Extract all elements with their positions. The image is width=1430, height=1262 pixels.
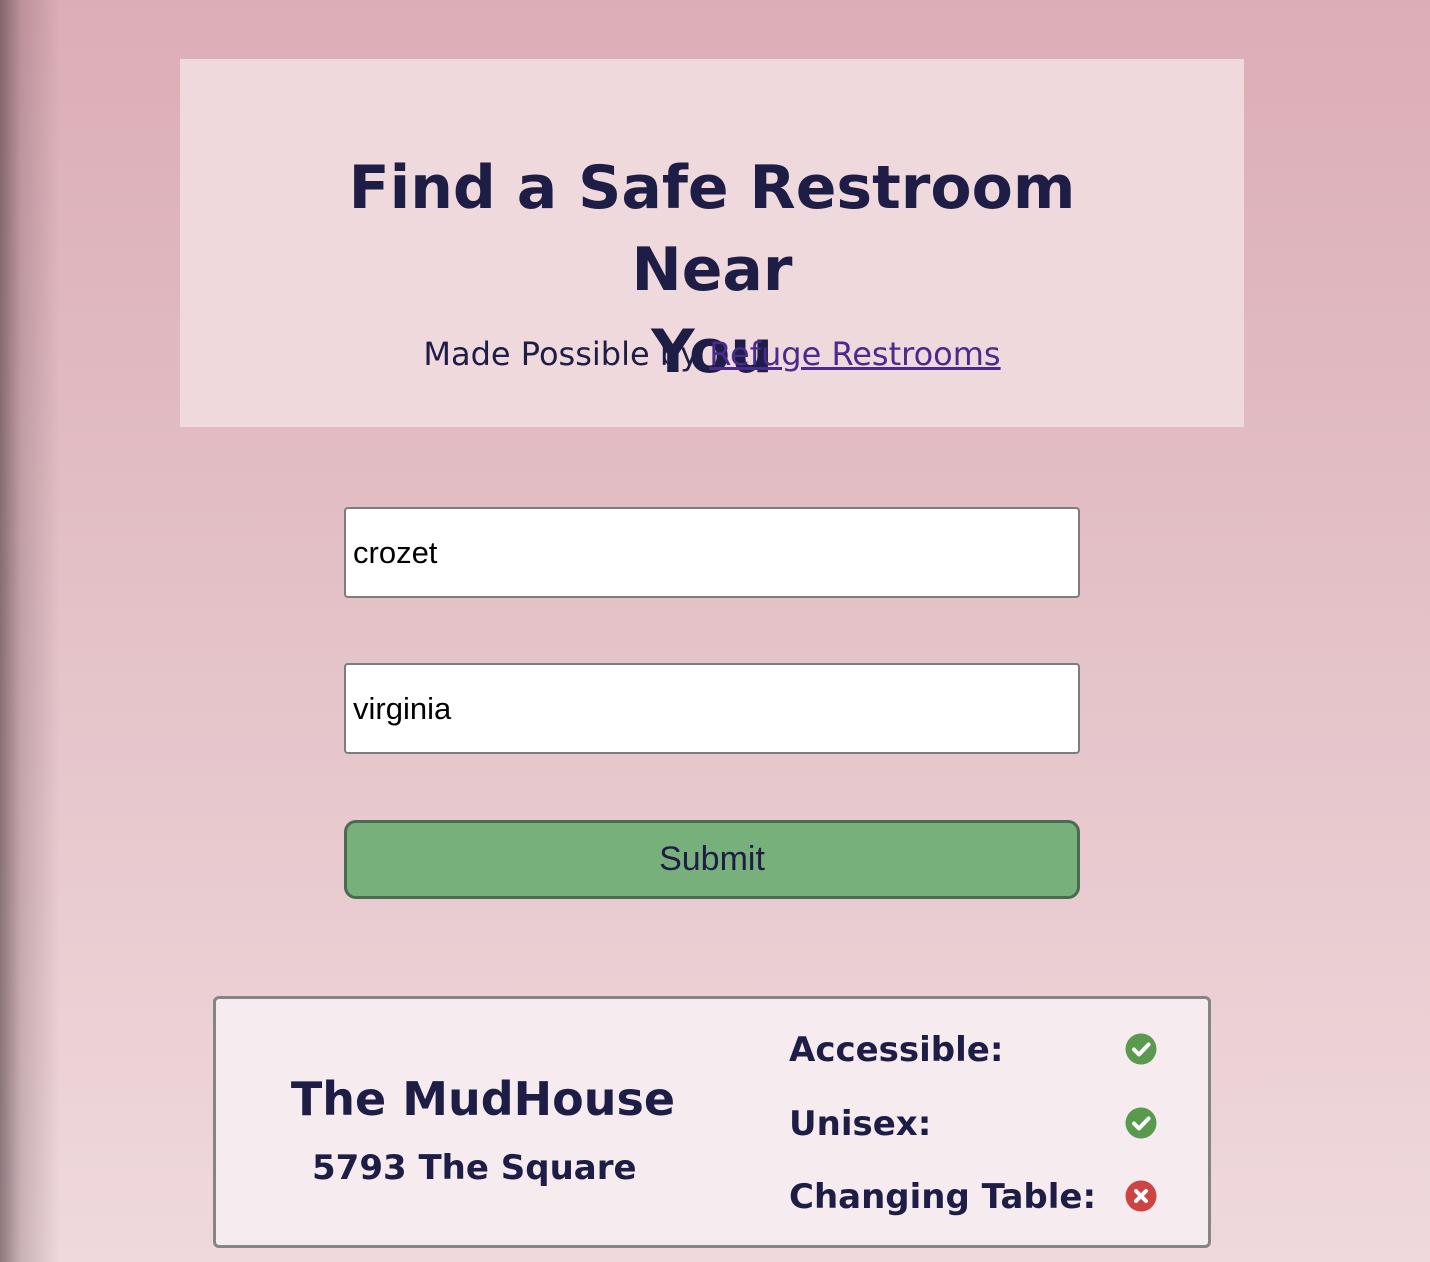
byline-text: Made Possible by [423,335,710,373]
byline: Made Possible by Refuge Restrooms [180,334,1244,374]
submit-button[interactable]: Submit [344,820,1080,899]
restroom-result-card: The MudHouse 5793 The Square Accessible:… [213,996,1211,1248]
feature-unisex: Unisex: [789,1101,1169,1151]
header-card: Find a Safe Restroom Near You Made Possi… [180,59,1244,427]
check-circle-icon [1125,1107,1157,1139]
page-edge-shadow [0,0,60,1262]
state-input[interactable] [344,663,1080,754]
city-input[interactable] [344,507,1080,598]
check-circle-icon [1125,1033,1157,1065]
refuge-restrooms-link[interactable]: Refuge Restrooms [709,335,1000,373]
x-circle-icon [1125,1180,1157,1212]
feature-label-accessible: Accessible: [789,1030,1004,1070]
feature-label-changing-table: Changing Table: [789,1177,1097,1217]
feature-accessible: Accessible: [789,1027,1169,1077]
restroom-name: The MudHouse [290,1072,676,1126]
feature-label-unisex: Unisex: [789,1104,932,1144]
restroom-address: 5793 The Square [312,1148,637,1188]
page-title-line-1: Find a Safe Restroom Near [348,153,1076,305]
feature-changing-table: Changing Table: [789,1174,1169,1224]
